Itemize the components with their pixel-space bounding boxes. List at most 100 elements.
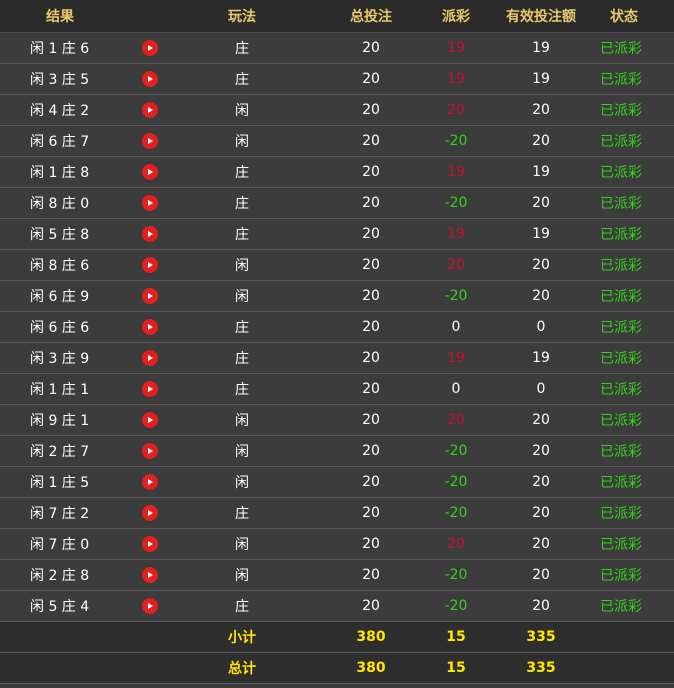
result-cell: 闲 3 庄 5 — [30, 72, 90, 88]
status-cell: 已派彩 — [600, 72, 642, 88]
video-cell[interactable] — [130, 95, 170, 125]
table-row: 闲 1 庄 5 闲 20 -20 20 已派彩 — [0, 467, 674, 498]
total-bet-cell: 20 — [362, 102, 380, 118]
video-cell[interactable] — [130, 250, 170, 280]
video-cell[interactable] — [130, 219, 170, 249]
play-circle-icon[interactable] — [142, 195, 158, 211]
result-cell: 闲 8 庄 0 — [30, 196, 90, 212]
video-cell[interactable] — [130, 498, 170, 528]
play-circle-icon[interactable] — [142, 536, 158, 552]
valid-bet-cell: 19 — [532, 350, 550, 366]
payout-cell: -20 — [444, 567, 468, 583]
payout-cell: -20 — [444, 505, 468, 521]
play-circle-icon[interactable] — [142, 133, 158, 149]
play-circle-icon[interactable] — [142, 505, 158, 521]
play-circle-icon[interactable] — [142, 381, 158, 397]
play-circle-icon[interactable] — [142, 164, 158, 180]
payout-cell: -20 — [444, 288, 468, 304]
total-bet-cell: 20 — [362, 226, 380, 242]
play-circle-icon[interactable] — [142, 567, 158, 583]
video-cell[interactable] — [130, 64, 170, 94]
summary-spacer — [0, 622, 130, 652]
total-bet-cell: 20 — [362, 164, 380, 180]
table-row: 闲 6 庄 6 庄 20 0 0 已派彩 — [0, 312, 674, 343]
payout-cell: -20 — [444, 133, 468, 149]
video-cell[interactable] — [130, 467, 170, 497]
video-cell[interactable] — [130, 374, 170, 404]
total-bet-cell: 20 — [362, 71, 380, 87]
play-circle-icon[interactable] — [142, 443, 158, 459]
play-circle-icon[interactable] — [142, 288, 158, 304]
valid-bet-cell: 20 — [532, 257, 550, 273]
total-bet-cell: 20 — [362, 40, 380, 56]
play-cell: 庄 — [235, 41, 249, 57]
summary-spacer — [130, 622, 170, 652]
table-row: 闲 9 庄 1 闲 20 20 20 已派彩 — [0, 405, 674, 436]
summary-spacer — [598, 622, 674, 652]
result-cell: 闲 7 庄 0 — [30, 537, 90, 553]
result-cell: 闲 6 庄 6 — [30, 320, 90, 336]
header-status: 状态 — [610, 9, 638, 25]
video-cell[interactable] — [130, 188, 170, 218]
video-cell[interactable] — [130, 157, 170, 187]
play-circle-icon[interactable] — [142, 257, 158, 273]
play-circle-icon[interactable] — [142, 319, 158, 335]
video-cell[interactable] — [130, 405, 170, 435]
play-circle-icon[interactable] — [142, 474, 158, 490]
valid-bet-cell: 0 — [536, 319, 546, 335]
play-circle-icon[interactable] — [142, 226, 158, 242]
payout-cell: 20 — [447, 257, 465, 273]
play-circle-icon[interactable] — [142, 40, 158, 56]
total-bet-cell: 20 — [362, 567, 380, 583]
header-video-spacer — [130, 0, 170, 32]
header-result: 结果 — [46, 9, 74, 25]
video-cell[interactable] — [130, 436, 170, 466]
total-bet-cell: 20 — [362, 350, 380, 366]
table-row: 闲 1 庄 6 庄 20 19 19 已派彩 — [0, 33, 674, 64]
result-cell: 闲 1 庄 5 — [30, 475, 90, 491]
total-bet-cell: 20 — [362, 195, 380, 211]
valid-bet-cell: 20 — [532, 536, 550, 552]
valid-bet-cell: 19 — [532, 40, 550, 56]
video-cell[interactable] — [130, 529, 170, 559]
payout-cell: 20 — [447, 102, 465, 118]
video-cell[interactable] — [130, 560, 170, 590]
payout-cell: 19 — [447, 350, 465, 366]
result-cell: 闲 6 庄 9 — [30, 289, 90, 305]
result-cell: 闲 3 庄 9 — [30, 351, 90, 367]
video-cell[interactable] — [130, 343, 170, 373]
total-bet-cell: 20 — [362, 133, 380, 149]
play-cell: 闲 — [235, 258, 249, 274]
play-circle-icon[interactable] — [142, 350, 158, 366]
summary-spacer — [0, 653, 130, 683]
result-cell: 闲 1 庄 6 — [30, 41, 90, 57]
status-cell: 已派彩 — [600, 227, 642, 243]
play-circle-icon[interactable] — [142, 71, 158, 87]
play-cell: 庄 — [235, 599, 249, 615]
play-circle-icon[interactable] — [142, 102, 158, 118]
status-cell: 已派彩 — [600, 320, 642, 336]
video-cell[interactable] — [130, 33, 170, 63]
summary-payout: 15 — [446, 660, 466, 676]
play-cell: 庄 — [235, 351, 249, 367]
play-cell: 庄 — [235, 72, 249, 88]
play-cell: 庄 — [235, 506, 249, 522]
table-row: 闲 3 庄 5 庄 20 19 19 已派彩 — [0, 64, 674, 95]
summary-valid-bet: 335 — [526, 660, 556, 676]
table-row: 闲 6 庄 9 闲 20 -20 20 已派彩 — [0, 281, 674, 312]
payout-cell: 19 — [447, 226, 465, 242]
video-cell[interactable] — [130, 591, 170, 621]
status-cell: 已派彩 — [600, 134, 642, 150]
video-cell[interactable] — [130, 126, 170, 156]
valid-bet-cell: 20 — [532, 505, 550, 521]
play-cell: 庄 — [235, 382, 249, 398]
total-bet-cell: 20 — [362, 443, 380, 459]
play-circle-icon[interactable] — [142, 598, 158, 614]
video-cell[interactable] — [130, 281, 170, 311]
result-cell: 闲 2 庄 8 — [30, 568, 90, 584]
total-bet-cell: 20 — [362, 598, 380, 614]
video-cell[interactable] — [130, 312, 170, 342]
play-circle-icon[interactable] — [142, 412, 158, 428]
summary-total-bet: 380 — [356, 629, 386, 645]
payout-cell: 19 — [447, 71, 465, 87]
